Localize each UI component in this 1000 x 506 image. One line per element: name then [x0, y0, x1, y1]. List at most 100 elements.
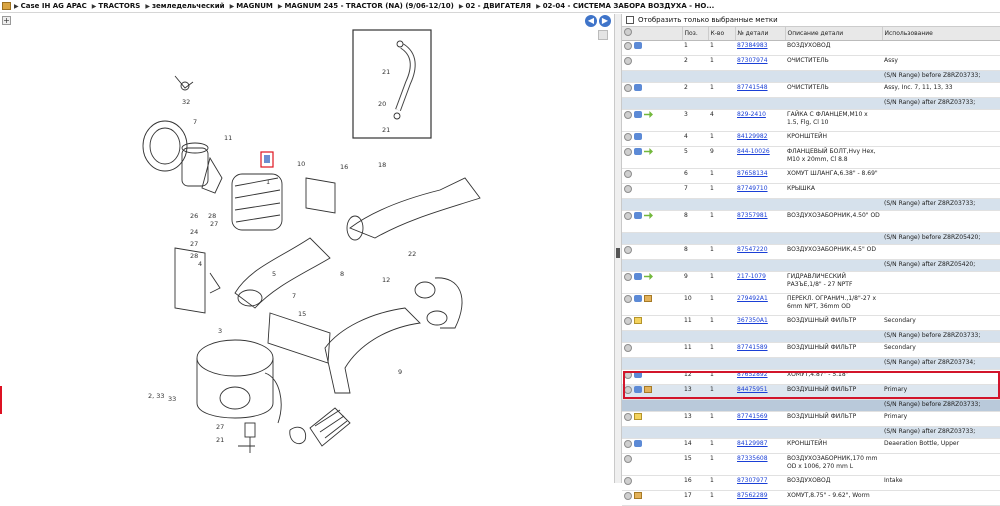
part-number-link[interactable]: 87741548 [737, 84, 768, 91]
table-row[interactable]: 3 4 829-2410 ГАЙКА С ФЛАНЦЕМ,M10 x 1.5, Flg… [622, 109, 1000, 132]
add-to-cart-icon[interactable] [624, 439, 632, 448]
next-page-button[interactable]: ▶ [599, 15, 611, 27]
callout-label[interactable]: 28 [190, 252, 198, 260]
add-to-cart-icon[interactable] [624, 272, 632, 281]
callout-label[interactable]: 5 [272, 270, 276, 278]
table-row[interactable]: 8 1 87357981 ВОЗДУХОЗАБОРНИК,4.50" OD [622, 210, 1000, 233]
callout-label[interactable]: 12 [382, 276, 390, 284]
kit-icon[interactable] [634, 492, 642, 499]
col-header-use[interactable]: Использование [882, 27, 1000, 41]
superseded-arrow-icon[interactable] [644, 148, 653, 155]
breadcrumb-item[interactable]: земледельческий [152, 2, 225, 10]
table-row[interactable]: 2 1 87741548 ОЧИСТИТЕЛЬ Assy, Inc. 7, 11, 13… [622, 82, 1000, 98]
col-header-qty[interactable]: К-во [708, 27, 736, 41]
table-row[interactable]: 7 1 87749710 КРЫШКА [622, 183, 1000, 199]
callout-label[interactable]: 18 [378, 161, 386, 169]
breadcrumb-item[interactable]: TRACTORS [98, 2, 140, 10]
add-to-cart-icon[interactable] [624, 56, 632, 65]
note-icon[interactable] [634, 317, 642, 324]
part-number-link[interactable]: 279492A1 [737, 295, 768, 302]
part-number-link[interactable]: 87307974 [737, 57, 768, 64]
substitute-icon[interactable] [634, 440, 642, 447]
callout-label[interactable]: 9 [398, 368, 402, 376]
substitute-icon[interactable] [634, 133, 642, 140]
part-number-link[interactable]: 87335608 [737, 455, 768, 462]
add-to-cart-icon[interactable] [624, 370, 632, 379]
add-to-cart-icon[interactable] [624, 343, 632, 352]
substitute-icon[interactable] [634, 386, 642, 393]
superseded-arrow-icon[interactable] [644, 212, 653, 219]
callout-label[interactable]: 1 [266, 178, 270, 186]
kit-icon[interactable] [644, 295, 652, 302]
superseded-arrow-icon[interactable] [644, 111, 653, 118]
part-number-link[interactable]: 844-10026 [737, 148, 770, 155]
add-to-cart-icon[interactable] [624, 184, 632, 193]
callout-label[interactable]: 2, 33 [148, 392, 165, 400]
add-to-cart-icon[interactable] [624, 385, 632, 394]
callout-label[interactable]: 15 [298, 310, 306, 318]
part-number-link[interactable]: 87741569 [737, 413, 768, 420]
table-row[interactable]: 17 1 87562289 ХОМУТ,8.75" - 9.62", Worm [622, 490, 1000, 506]
add-to-cart-icon[interactable] [624, 316, 632, 325]
part-number-link[interactable]: 87547220 [737, 246, 768, 253]
add-to-cart-icon[interactable] [624, 454, 632, 463]
part-number-link[interactable]: 87741589 [737, 344, 768, 351]
superseded-arrow-icon[interactable] [644, 273, 653, 280]
show-selected-checkbox[interactable] [626, 16, 634, 24]
part-number-link[interactable]: 87658134 [737, 170, 768, 177]
substitute-icon[interactable] [634, 148, 642, 155]
callout-label[interactable]: 22 [408, 250, 416, 258]
callout-label[interactable]: 4 [198, 260, 202, 268]
add-to-cart-icon[interactable] [624, 245, 632, 254]
part-number-link[interactable]: 87384983 [737, 42, 768, 49]
table-row[interactable]: 11 1 367350A1 ВОЗДУШНЫЙ ФИЛЬТР Secondary [622, 315, 1000, 331]
callout-label[interactable]: 7 [193, 118, 197, 126]
table-row[interactable]: 13 1 84475951 ВОЗДУШНЫЙ ФИЛЬТР Primary [622, 384, 1000, 400]
breadcrumb-item[interactable]: Case IH AG APAC [21, 2, 87, 10]
table-row[interactable]: 10 1 279492A1 ПЕРЕКЛ. ОГРАНИЧ.,1/8"-27 x 6m… [622, 293, 1000, 316]
part-number-link[interactable]: 87652892 [737, 371, 768, 378]
callout-label[interactable]: 8 [340, 270, 344, 278]
callout-label[interactable]: 21 [216, 436, 224, 444]
part-number-link[interactable]: 367350A1 [737, 317, 768, 324]
table-row[interactable]: 6 1 87658134 ХОМУТ ШЛАНГА,6.38" - 8.69" [622, 168, 1000, 184]
table-row[interactable]: 9 1 217-1079 ГИДРАВЛИЧЕСКИЙ РАЗЪЕ,1/8" - 27… [622, 271, 1000, 294]
table-row[interactable]: 2 1 87307974 ОЧИСТИТЕЛЬ Assy [622, 55, 1000, 71]
note-icon[interactable] [634, 413, 642, 420]
callout-label[interactable]: 27 [190, 240, 198, 248]
table-row[interactable]: 11 1 87741589 ВОЗДУШНЫЙ ФИЛЬТР Secondary [622, 342, 1000, 358]
callout-label[interactable]: 28 [208, 212, 216, 220]
callout-label[interactable]: 3 [218, 327, 222, 335]
callout-label[interactable]: 20 [378, 100, 386, 108]
pane-splitter[interactable] [614, 14, 622, 483]
table-row[interactable]: 4 1 84129982 КРОНШТЕЙН [622, 131, 1000, 147]
callout-label[interactable]: 16 [340, 163, 348, 171]
callout-label[interactable]: 27 [210, 220, 218, 228]
part-number-link[interactable]: 87562289 [737, 492, 768, 499]
part-number-link[interactable]: 84129987 [737, 440, 768, 447]
add-to-cart-icon[interactable] [624, 169, 632, 178]
add-to-cart-icon[interactable] [624, 132, 632, 141]
substitute-icon[interactable] [634, 42, 642, 49]
substitute-icon[interactable] [634, 295, 642, 302]
callout-label[interactable]: 27 [216, 423, 224, 431]
add-to-cart-icon[interactable] [624, 147, 632, 156]
col-header-desc[interactable]: Описание детали [785, 27, 883, 41]
part-number-link[interactable]: 87357981 [737, 212, 768, 219]
add-to-cart-icon[interactable] [624, 412, 632, 421]
breadcrumb-item[interactable]: 02-04 - СИСТЕМА ЗАБОРА ВОЗДУХА - НО... [543, 2, 715, 10]
part-number-link[interactable]: 217-1079 [737, 273, 766, 280]
substitute-icon[interactable] [634, 371, 642, 378]
substitute-icon[interactable] [634, 212, 642, 219]
callout-label[interactable]: 21 [382, 126, 390, 134]
table-row[interactable]: 12 1 87652892 ХОМУТ,4.87" - 5.18" [622, 369, 1000, 385]
table-row[interactable]: 13 1 87741569 ВОЗДУШНЫЙ ФИЛЬТР Primary [622, 411, 1000, 427]
part-number-link[interactable]: 87749710 [737, 185, 768, 192]
add-to-cart-icon[interactable] [624, 110, 632, 119]
substitute-icon[interactable] [634, 84, 642, 91]
add-to-cart-icon[interactable] [624, 294, 632, 303]
callout-label[interactable]: 11 [224, 134, 232, 142]
add-to-cart-icon[interactable] [624, 211, 632, 220]
callout-label[interactable]: 26 [190, 212, 198, 220]
table-row[interactable]: 14 1 84129987 КРОНШТЕЙН Deaeration Bottle, U… [622, 438, 1000, 454]
